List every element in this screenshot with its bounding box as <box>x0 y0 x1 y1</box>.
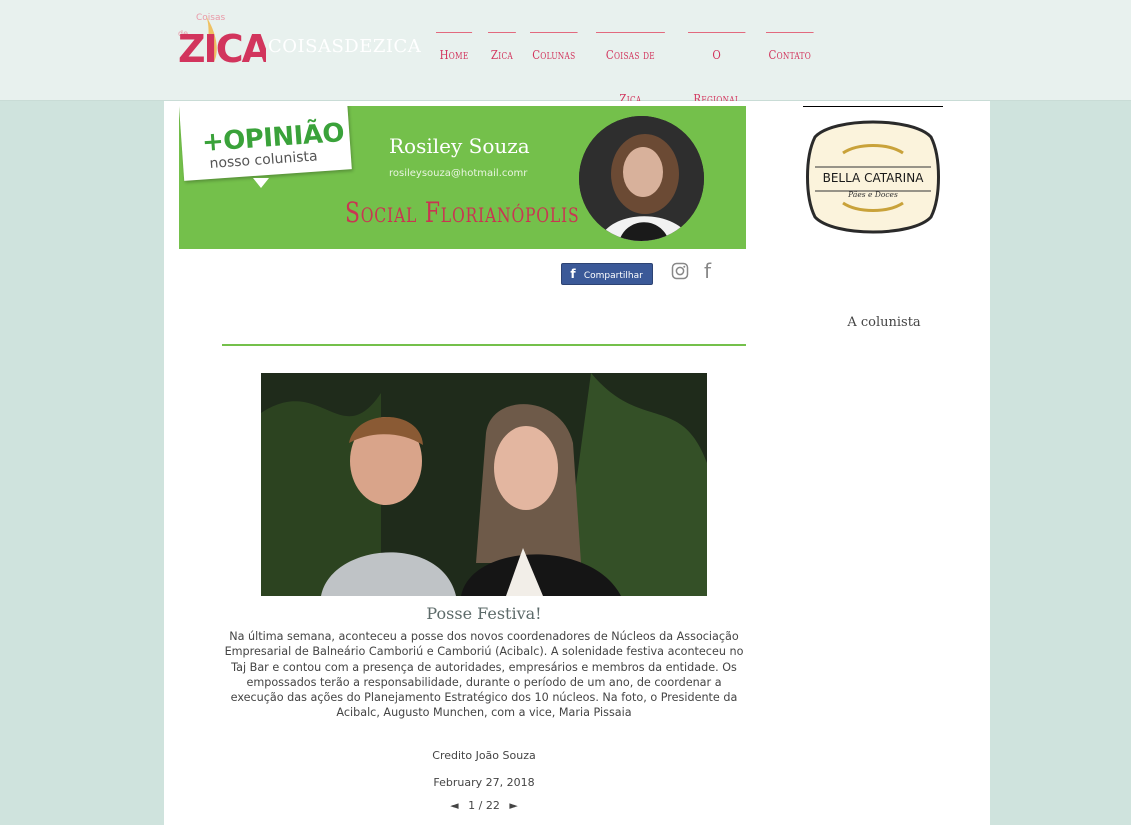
post-title: Posse Festiva! <box>426 604 542 623</box>
site-name[interactable]: COISASDEZICA <box>268 36 421 57</box>
site-logo[interactable]: Coisas de ZICA <box>176 10 266 70</box>
page-content: +OPINIÃO nosso colunista Rosiley Souza r… <box>164 101 990 825</box>
site-header: Coisas de ZICA COISASDEZICA Home Zica Co… <box>0 0 1131 106</box>
instagram-icon[interactable] <box>671 262 689 280</box>
post-date: February 27, 2018 <box>433 776 535 789</box>
gallery-pager: ◄ 1 / 22 ► <box>222 799 746 812</box>
ad-subtitle: Pães e Doces <box>847 190 898 199</box>
nav-home[interactable]: Home <box>436 32 473 69</box>
facebook-share-button[interactable]: f Compartilhar <box>561 263 653 285</box>
nav-zica[interactable]: Zica <box>488 32 516 69</box>
sidebar-colunista-label: A colunista <box>847 315 921 330</box>
columnist-banner: +OPINIÃO nosso colunista Rosiley Souza r… <box>179 106 746 249</box>
sidebar-ad-bella-catarina[interactable]: BELLA CATARINA Pães e Doces <box>803 106 943 249</box>
columnist-email[interactable]: rosileysouza@hotmail.comr <box>389 168 527 179</box>
nav-coisas-de-zica[interactable]: Coisas de Zica <box>596 32 665 106</box>
logo-small-top: Coisas <box>196 13 225 23</box>
pager-count: 1 / 22 <box>468 799 500 812</box>
nav-colunas[interactable]: Colunas <box>530 32 578 69</box>
columnist-name: Rosiley Souza <box>389 134 530 158</box>
share-button-label: Compartilhar <box>583 271 643 281</box>
post-credit: Credito João Souza <box>432 749 536 762</box>
column-title: Social Florianópolis <box>345 196 580 229</box>
nav-o-regional[interactable]: O Regional <box>688 32 746 106</box>
opiniao-badge-pointer <box>253 178 269 188</box>
nav-contato[interactable]: Contato <box>766 32 814 69</box>
next-arrow-icon[interactable]: ► <box>509 799 517 812</box>
columnist-portrait <box>579 116 704 241</box>
ad-brand: BELLA CATARINA <box>823 171 925 185</box>
post-body: Na última semana, aconteceu a posse dos … <box>224 630 744 720</box>
facebook-icon[interactable]: f <box>704 259 711 283</box>
post-photo[interactable] <box>261 373 707 596</box>
facebook-share-icon: f <box>570 267 576 281</box>
prev-arrow-icon[interactable]: ◄ <box>450 799 458 812</box>
logo-text: ZICA <box>178 27 266 70</box>
section-divider <box>222 344 746 346</box>
